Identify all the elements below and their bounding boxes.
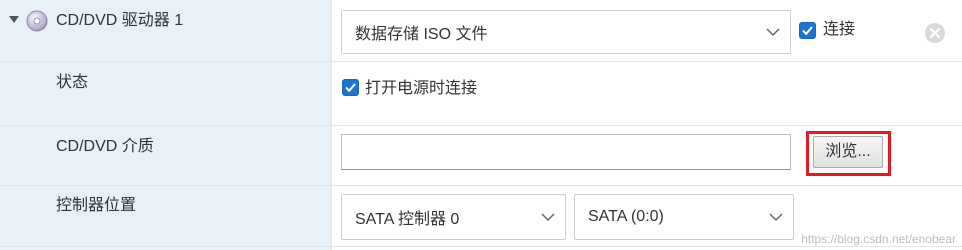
checkmark-icon: [802, 26, 813, 36]
checkmark-icon: [345, 83, 356, 93]
device-type-value: 数据存储 ISO 文件: [355, 26, 488, 43]
device-header[interactable]: CD/DVD 驱动器 1: [0, 0, 331, 61]
device-type-select[interactable]: 数据存储 ISO 文件: [341, 10, 791, 54]
power-on-connect-label[interactable]: 打开电源时连接: [365, 79, 477, 99]
connected-checkbox[interactable]: [799, 22, 816, 39]
watermark-text: https://blog.csdn.net/enobear: [801, 232, 956, 246]
cd-disc-icon: [26, 10, 48, 32]
controller-port-value: SATA (0:0): [588, 208, 664, 225]
row-divider: [0, 125, 962, 126]
controller-port-select[interactable]: SATA (0:0): [574, 194, 794, 240]
power-on-connect-checkbox[interactable]: [342, 79, 359, 96]
media-label: CD/DVD 介质: [56, 138, 154, 155]
status-label: 状态: [56, 74, 89, 91]
controller-select[interactable]: SATA 控制器 0: [341, 194, 566, 240]
controller-location-label: 控制器位置: [56, 197, 137, 214]
chevron-down-icon: [766, 28, 780, 37]
connected-label[interactable]: 连接: [823, 20, 855, 40]
chevron-down-icon: [769, 213, 783, 222]
row-divider: [0, 246, 962, 247]
browse-button[interactable]: 浏览...: [813, 136, 883, 168]
row-divider: [0, 61, 962, 62]
media-path-input[interactable]: [341, 134, 791, 170]
controller-value: SATA 控制器 0: [355, 211, 460, 228]
device-title: CD/DVD 驱动器 1: [56, 12, 184, 29]
row-divider: [0, 185, 962, 186]
triangle-down-icon[interactable]: [9, 16, 19, 24]
chevron-down-icon: [541, 213, 555, 222]
close-circle-icon[interactable]: [924, 22, 946, 44]
